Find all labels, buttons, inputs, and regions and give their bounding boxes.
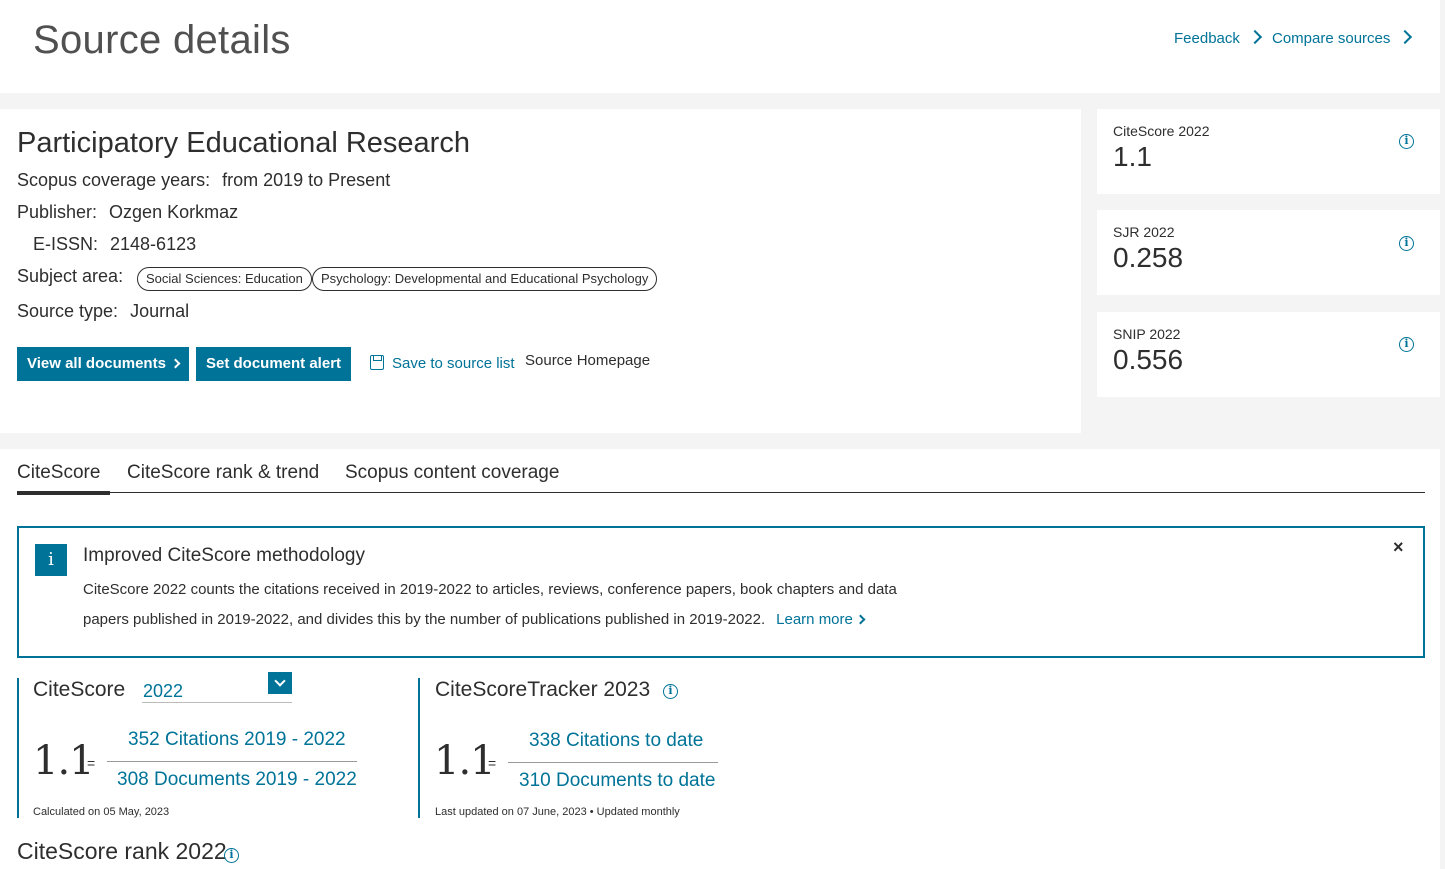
source-homepage-link[interactable]: Source Homepage <box>525 352 650 369</box>
tab-citescore-rank-trend[interactable]: CiteScore rank & trend <box>127 462 319 484</box>
tab-scopus-content-coverage[interactable]: Scopus content coverage <box>345 462 559 484</box>
publisher-row: Publisher: Ozgen Korkmaz <box>17 202 238 223</box>
view-all-documents-label: View all documents <box>27 355 166 372</box>
save-to-source-list-label: Save to source list <box>392 355 515 372</box>
citescore-metric-card: CiteScore 2022 1.1 i <box>1097 109 1440 194</box>
feedback-label: Feedback <box>1174 30 1240 47</box>
equals-sign: = <box>488 755 497 771</box>
page-title: Source details <box>33 18 291 62</box>
eissn-value: 2148-6123 <box>110 234 197 254</box>
feedback-link[interactable]: Feedback <box>1174 29 1262 47</box>
coverage-value: from 2019 to Present <box>222 170 391 190</box>
close-icon[interactable]: × <box>1393 537 1404 558</box>
metric-value: 0.258 <box>1113 242 1184 273</box>
publisher-label: Publisher: <box>17 202 98 222</box>
citescore-value: 1.1 <box>33 738 95 784</box>
documents-link[interactable]: 308 Documents 2019 - 2022 <box>117 769 357 791</box>
source-type-label: Source type: <box>17 301 119 321</box>
tracker-panel-bar <box>418 678 420 818</box>
metric-value: 0.556 <box>1113 344 1184 375</box>
learn-more-link[interactable]: Learn more <box>776 611 866 628</box>
tab-citescore[interactable]: CiteScore <box>17 462 100 484</box>
citescore-panel-bar <box>17 678 19 818</box>
notice-text: papers published in 2019-2022, and divid… <box>83 611 766 628</box>
citescore-panel-title: CiteScore <box>33 678 126 701</box>
chevron-right-icon <box>1398 29 1413 45</box>
info-icon[interactable]: i <box>1399 134 1414 149</box>
save-icon <box>370 355 384 370</box>
save-to-source-list-button[interactable]: Save to source list <box>370 353 515 372</box>
info-icon: i <box>35 544 67 576</box>
tracker-panel-title: CiteScoreTracker 2023 <box>435 678 651 701</box>
chevron-down-icon[interactable] <box>268 672 292 694</box>
citescore-rank-title: CiteScore rank 2022 <box>17 838 227 864</box>
metric-value: 1.1 <box>1113 141 1152 172</box>
chevron-right-icon <box>1247 29 1262 45</box>
snip-metric-card: SNIP 2022 0.556 i <box>1097 312 1440 397</box>
calculated-date: Calculated on 05 May, 2023 <box>33 806 170 818</box>
compare-sources-link[interactable]: Compare sources <box>1272 29 1413 47</box>
subject-chip-education[interactable]: Social Sciences: Education <box>137 267 312 291</box>
fraction-line <box>107 761 357 762</box>
tracker-updated: Last updated on 07 June, 2023 • Updated … <box>435 806 680 818</box>
tracker-documents-link[interactable]: 310 Documents to date <box>519 770 715 792</box>
subject-chip-psychology[interactable]: Psychology: Developmental and Educationa… <box>312 267 658 291</box>
subject-area-label: Subject area: <box>17 266 124 286</box>
compare-sources-label: Compare sources <box>1272 30 1391 47</box>
set-document-alert-button[interactable]: Set document alert <box>196 347 352 381</box>
tracker-value: 1.1 <box>434 738 496 784</box>
info-icon[interactable]: i <box>1399 337 1414 352</box>
metric-label: SJR 2022 <box>1113 224 1175 240</box>
chevron-right-icon <box>855 614 866 625</box>
source-type-value: Journal <box>130 301 190 321</box>
metric-label: CiteScore 2022 <box>1113 123 1210 139</box>
citations-link[interactable]: 352 Citations 2019 - 2022 <box>128 729 346 751</box>
notice-title: Improved CiteScore methodology <box>83 545 365 566</box>
info-icon[interactable]: i <box>224 848 239 863</box>
eissn-label: E-ISSN: <box>33 234 99 254</box>
learn-more-label: Learn more <box>776 611 853 628</box>
tracker-citations-link[interactable]: 338 Citations to date <box>529 730 703 752</box>
eissn-row: E-ISSN: 2148-6123 <box>33 234 196 255</box>
metric-label: SNIP 2022 <box>1113 326 1181 342</box>
citescore-section <box>0 449 1440 869</box>
notice-text-line-1: CiteScore 2022 counts the citations rece… <box>83 581 897 598</box>
tabs-divider <box>17 492 1425 493</box>
active-tab-indicator <box>17 491 110 495</box>
publisher-value: Ozgen Korkmaz <box>109 202 239 222</box>
coverage-label: Scopus coverage years: <box>17 170 211 190</box>
sjr-metric-card: SJR 2022 0.258 i <box>1097 210 1440 295</box>
coverage-row: Scopus coverage years: from 2019 to Prese… <box>17 170 390 191</box>
chevron-right-icon <box>170 358 181 369</box>
info-icon[interactable]: i <box>663 684 678 699</box>
equals-sign: = <box>87 755 96 771</box>
source-title: Participatory Educational Research <box>17 127 470 159</box>
notice-text-line-2: papers published in 2019-2022, and divid… <box>83 611 866 628</box>
fraction-line <box>508 762 718 763</box>
source-type-row: Source type: Journal <box>17 301 189 322</box>
view-all-documents-button[interactable]: View all documents <box>17 347 189 381</box>
info-icon[interactable]: i <box>1399 236 1414 251</box>
